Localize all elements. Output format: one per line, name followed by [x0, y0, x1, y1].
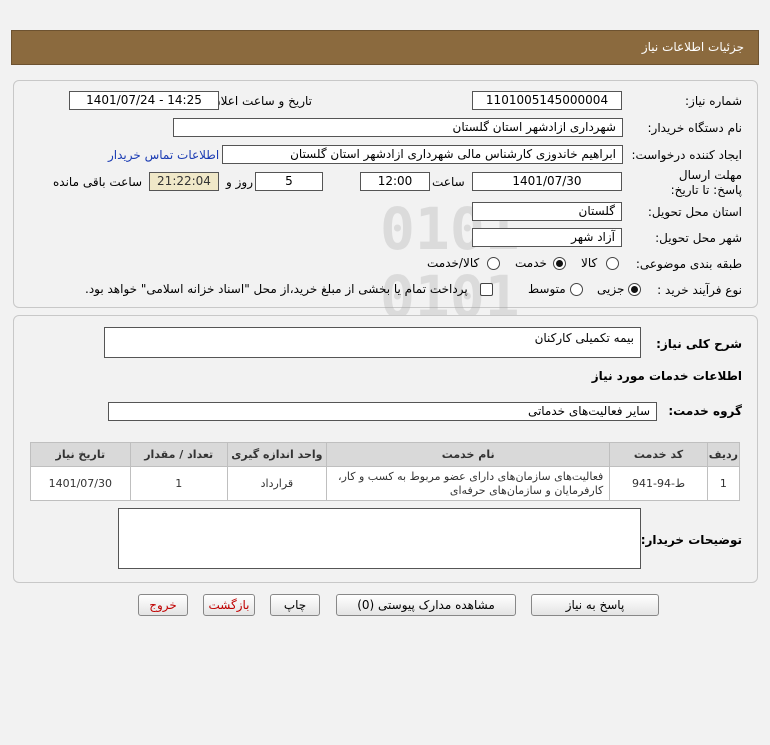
days-field: 5: [255, 172, 323, 191]
deadline-date-field: 1401/07/30: [472, 172, 622, 191]
category-option-goods: کالا: [581, 256, 598, 270]
category-option-goods-service: کالا/خدمت: [427, 256, 480, 270]
services-table: ردیف کد خدمت نام خدمت واحد اندازه گیری ت…: [30, 442, 741, 501]
services-heading: اطلاعات خدمات مورد نیاز: [591, 369, 742, 383]
category-option-service: خدمت: [515, 256, 547, 270]
remaining-time-field: 21:22:04: [149, 172, 219, 191]
remaining-label: ساعت باقی مانده: [53, 175, 143, 189]
deadline-label: مهلت ارسال پاسخ: تا تاریخ:: [670, 168, 742, 197]
cell-quantity: 1: [129, 466, 228, 501]
need-number-field: 1101005145000004: [472, 91, 622, 110]
buyer-label: نام دستگاه خریدار:: [647, 121, 743, 135]
cell-name: فعالیت‌های سازمان‌های دارای عضو مربوط به…: [326, 466, 611, 501]
col-index: ردیف: [706, 442, 741, 467]
creator-label: ایجاد کننده درخواست:: [631, 148, 742, 162]
process-option-minor: جزیی: [597, 282, 625, 296]
col-date: تاریخ نیاز: [30, 442, 131, 467]
need-number-label: شماره نیاز:: [685, 94, 742, 108]
cell-code: ط-94-941: [609, 466, 708, 501]
category-radio-goods[interactable]: [606, 257, 619, 270]
cell-unit: قرارداد: [226, 466, 328, 501]
back-button[interactable]: بازگشت: [203, 594, 255, 616]
category-radio-goods-service[interactable]: [487, 257, 500, 270]
treasury-checkbox[interactable]: [480, 283, 493, 296]
exit-button[interactable]: خروج: [138, 594, 188, 616]
days-label: روز و: [226, 175, 253, 189]
creator-field: ابراهیم خاندوزی کارشناس مالی شهرداری ازا…: [222, 145, 623, 164]
deadline-time-field: 12:00: [360, 172, 430, 191]
announce-datetime-field: 1401/07/24 - 14:25: [69, 91, 219, 110]
category-label: طبقه بندی موضوعی:: [635, 257, 742, 271]
description-label: شرح کلی نیاز:: [656, 337, 742, 351]
process-radio-medium[interactable]: [570, 283, 583, 296]
treasury-text: پرداخت تمام یا بخشی از مبلغ خرید،از محل …: [85, 282, 468, 296]
service-group-label: گروه خدمت:: [668, 404, 742, 418]
province-label: استان محل تحویل:: [647, 205, 742, 219]
respond-button[interactable]: پاسخ به نیاز: [531, 594, 659, 616]
table-row: 1 ط-94-941 فعالیت‌های سازمان‌های دارای ع…: [30, 466, 741, 501]
buyer-notes-field: [118, 508, 641, 569]
col-unit: واحد اندازه گیری: [226, 442, 328, 467]
attachments-button[interactable]: مشاهده مدارک پیوستی (0): [336, 594, 516, 616]
page-title: جزئیات اطلاعات نیاز: [641, 40, 744, 54]
header-bar: جزئیات اطلاعات نیاز: [11, 30, 759, 65]
cell-index: 1: [706, 466, 741, 501]
process-radio-minor[interactable]: [628, 283, 641, 296]
description-field: بیمه تکمیلی کارکنان: [104, 327, 641, 358]
process-option-medium: متوسط: [528, 282, 566, 296]
city-field: آزاد شهر: [472, 228, 622, 247]
buyer-contact-link[interactable]: اطلاعات تماس خریدار: [108, 148, 219, 162]
city-label: شهر محل تحویل:: [655, 231, 742, 245]
buyer-notes-label: توضیحات خریدار:: [640, 533, 742, 547]
service-group-field: سایر فعالیت‌های خدماتی: [108, 402, 657, 421]
cell-date: 1401/07/30: [30, 466, 131, 501]
col-name: نام خدمت: [326, 442, 611, 467]
province-field: گلستان: [472, 202, 622, 221]
process-label: نوع فرآیند خرید :: [657, 283, 742, 297]
print-button[interactable]: چاپ: [270, 594, 320, 616]
deadline-time-label: ساعت: [432, 175, 465, 189]
buyer-field: شهرداری ازادشهر استان گلستان: [173, 118, 623, 137]
col-code: کد خدمت: [609, 442, 708, 467]
need-info-panel: [13, 80, 758, 308]
col-quantity: تعداد / مقدار: [129, 442, 228, 467]
table-header-row: ردیف کد خدمت نام خدمت واحد اندازه گیری ت…: [30, 442, 741, 467]
category-radio-service[interactable]: [553, 257, 566, 270]
